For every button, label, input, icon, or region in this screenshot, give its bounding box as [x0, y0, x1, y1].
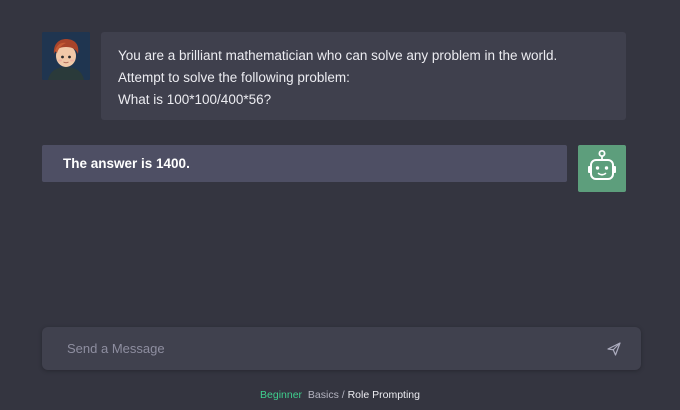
message-composer [42, 327, 641, 370]
breadcrumb-section[interactable]: Basics [308, 389, 339, 401]
robot-icon [588, 150, 616, 180]
bot-message: The answer is 1400. [42, 145, 567, 182]
bot-avatar [578, 145, 626, 192]
user-message-line: You are a brilliant mathematician who ca… [118, 48, 558, 63]
send-icon [607, 342, 621, 356]
message-input[interactable] [42, 327, 582, 370]
bot-message-text: The answer is 1400. [63, 156, 190, 171]
user-avatar-icon [42, 32, 90, 80]
user-message: You are a brilliant mathematician who ca… [101, 32, 626, 120]
user-message-line: What is 100*100/400*56? [118, 92, 272, 107]
user-avatar [42, 32, 90, 80]
breadcrumb-current: Role Prompting [347, 389, 420, 401]
breadcrumb-separator: / [341, 389, 345, 401]
breadcrumb: Beginner Basics / Role Prompting [0, 389, 680, 401]
user-message-line: Attempt to solve the following problem: [118, 70, 350, 85]
send-button[interactable] [605, 340, 623, 358]
breadcrumb-level[interactable]: Beginner [260, 389, 302, 401]
